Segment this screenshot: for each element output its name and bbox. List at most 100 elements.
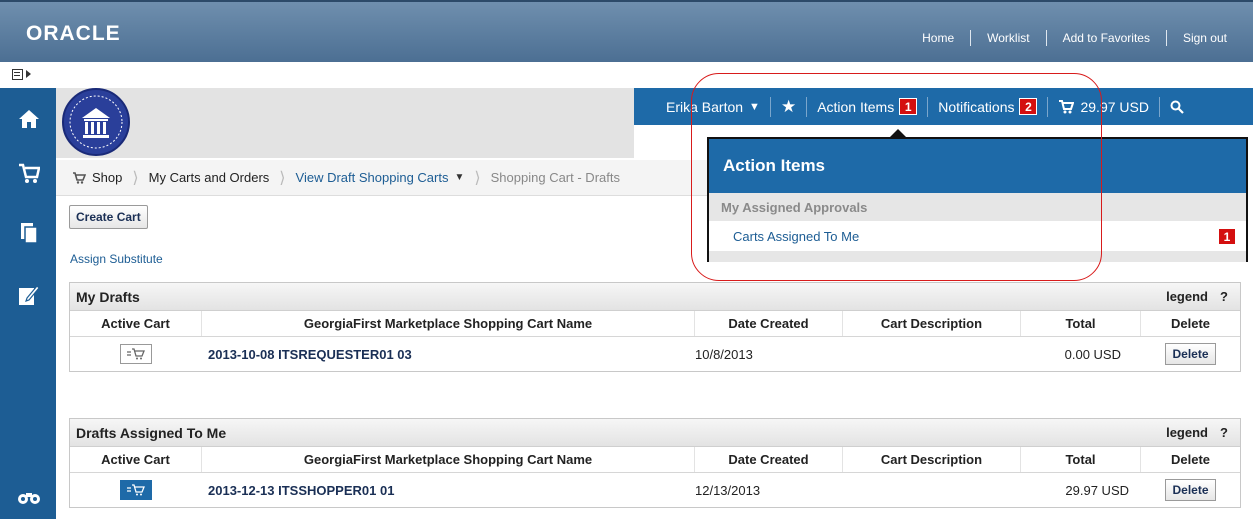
cart-total-value: 0.00 USD [1064,346,1121,362]
create-cart-button[interactable]: Create Cart [69,205,148,229]
top-links: Home Worklist Add to Favorites Sign out [906,30,1243,46]
breadcrumb-shop-label: Shop [92,170,123,185]
carts-assigned-to-me-link[interactable]: Carts Assigned To Me 1 [709,221,1246,251]
user-name: Erika Barton [666,98,744,115]
favorites-button[interactable]: ★ [771,97,806,117]
oracle-logo: ORACLE [26,22,121,45]
cart-summary-button[interactable]: 29.97 USD [1048,99,1158,115]
action-items-count-badge: 1 [899,98,918,115]
cart-icon[interactable] [16,160,42,186]
breadcrumb-separator-icon: ⟩ [132,169,139,187]
binoculars-icon[interactable] [16,484,42,510]
user-menu[interactable]: Erika Barton ▼ [634,99,770,115]
delete-cell: Delete [1141,337,1240,371]
delete-button[interactable]: Delete [1165,343,1216,365]
search-icon [1170,100,1184,114]
left-sidebar [0,88,56,519]
delete-button[interactable]: Delete [1165,479,1216,501]
column-header[interactable]: GeorgiaFirst Marketplace Shopping Cart N… [202,311,695,336]
caret-down-icon: ▼ [454,172,465,183]
total-cell: 29.97 USD [1021,473,1141,507]
section-header: My Drafts legend ? [70,283,1240,311]
home-icon[interactable] [16,106,42,132]
worklist-link[interactable]: Worklist [971,31,1045,45]
column-header[interactable]: Active Cart [70,447,202,472]
breadcrumb-carts-orders[interactable]: My Carts and Orders [149,170,270,185]
menu-box-icon [12,68,23,80]
cart-total-value: 29.97 USD [1065,482,1129,498]
edit-form-icon[interactable] [16,282,42,308]
table-header: Active Cart GeorgiaFirst Marketplace Sho… [70,447,1240,473]
caret-down-icon: ▼ [749,100,760,113]
notifications-label: Notifications [938,98,1015,115]
column-header[interactable]: Cart Description [843,447,1021,472]
shop-cart-icon [73,171,86,184]
drafts-assigned-section: Drafts Assigned To Me legend ? Active Ca… [69,418,1241,508]
column-header[interactable]: Total [1021,311,1141,336]
description-cell [843,337,1021,371]
date-created: 10/8/2013 [695,346,753,362]
action-items-dropdown: Action Items My Assigned Approvals Carts… [707,129,1248,262]
cart-total: 29.97 USD [1080,98,1149,115]
breadcrumb-view-draft[interactable]: View Draft Shopping Carts ▼ [296,170,465,185]
section-title: My Drafts [76,288,140,305]
home-link[interactable]: Home [906,31,970,45]
notifications-count-badge: 2 [1019,98,1038,115]
notifications-button[interactable]: Notifications 2 [928,98,1047,115]
star-icon: ★ [780,96,797,116]
cart-name-link[interactable]: 2013-12-13 ITSSHOPPER01 01 [202,483,394,498]
cart-name-cell: 2013-12-13 ITSSHOPPER01 01 [202,473,695,507]
search-button[interactable] [1160,100,1194,114]
add-to-favorites-link[interactable]: Add to Favorites [1047,31,1166,45]
table-row: 2013-12-13 ITSSHOPPER01 01 12/13/2013 29… [70,473,1240,507]
cart-name-link[interactable]: 2013-10-08 ITSREQUESTER01 03 [202,347,412,362]
menu-toggle-icon[interactable] [12,67,38,81]
total-cell: 0.00 USD [1021,337,1141,371]
breadcrumb-separator-icon: ⟩ [279,169,286,187]
documents-icon[interactable] [16,220,42,246]
university-seal-logo [62,88,130,156]
column-header[interactable]: Date Created [695,447,843,472]
set-active-cart-button[interactable] [120,344,152,364]
active-cart-cell [70,473,202,507]
column-header[interactable]: GeorgiaFirst Marketplace Shopping Cart N… [202,447,695,472]
breadcrumb: Shop ⟩ My Carts and Orders ⟩ View Draft … [56,160,716,196]
carts-assigned-label: Carts Assigned To Me [733,228,860,244]
delete-cell: Delete [1141,473,1240,507]
active-cart-indicator[interactable] [120,480,152,500]
breadcrumb-shop[interactable]: Shop [72,170,122,185]
column-header[interactable]: Delete [1141,447,1240,472]
user-toolbar: Erika Barton ▼ ★ Action Items 1 Notifica… [634,88,1253,125]
menu-row [0,62,1253,88]
section-title: Drafts Assigned To Me [76,424,227,441]
description-cell [843,473,1021,507]
expand-arrow-icon [26,70,31,78]
date-created: 12/13/2013 [695,482,761,498]
action-items-label: Action Items [817,98,895,115]
column-header[interactable]: Delete [1141,311,1240,336]
institution-banner [56,88,634,158]
my-drafts-section: My Drafts legend ? Active Cart GeorgiaFi… [69,282,1241,372]
action-items-button[interactable]: Action Items 1 [807,98,927,115]
legend-link[interactable]: legend [1166,425,1208,440]
help-icon[interactable]: ? [1220,425,1228,440]
column-header[interactable]: Total [1021,447,1141,472]
top-header: ORACLE Home Worklist Add to Favorites Si… [0,0,1253,62]
help-icon[interactable]: ? [1220,289,1228,304]
dropdown-title: Action Items [709,139,1246,193]
sign-out-link[interactable]: Sign out [1167,31,1243,45]
legend-link[interactable]: legend [1166,289,1208,304]
column-header[interactable]: Date Created [695,311,843,336]
column-header[interactable]: Cart Description [843,311,1021,336]
dropdown-footer [709,251,1246,262]
cart-icon [127,348,145,360]
assign-substitute-link[interactable]: Assign Substitute [70,252,163,266]
date-cell: 12/13/2013 [695,473,843,507]
cart-name-cell: 2013-10-08 ITSREQUESTER01 03 [202,337,695,371]
breadcrumb-current: Shopping Cart - Drafts [490,170,620,185]
section-header: Drafts Assigned To Me legend ? [70,419,1240,447]
carts-assigned-count-badge: 1 [1218,228,1236,245]
breadcrumb-separator-icon: ⟩ [474,169,481,187]
table-row: 2013-10-08 ITSREQUESTER01 03 10/8/2013 0… [70,337,1240,371]
column-header[interactable]: Active Cart [70,311,202,336]
